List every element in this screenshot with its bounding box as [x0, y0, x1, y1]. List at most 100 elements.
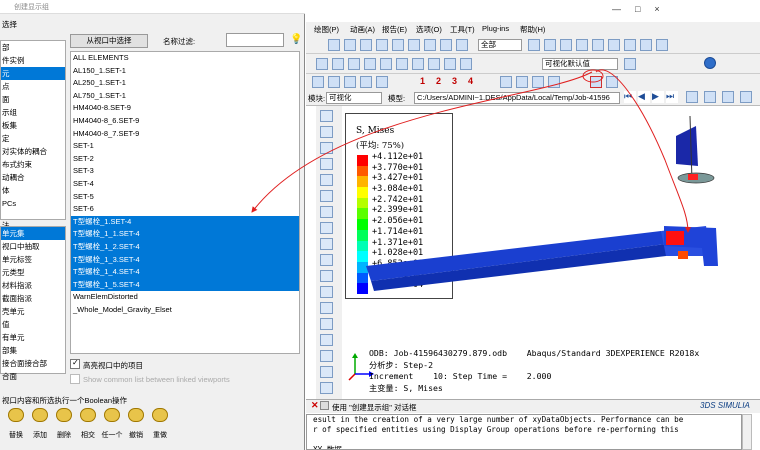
- symbol-options-icon[interactable]: [360, 76, 372, 88]
- color-code-3-button[interactable]: 3: [452, 76, 457, 86]
- create-display-group-icon[interactable]: [590, 76, 602, 88]
- select-from-viewport-button[interactable]: 从视口中选择: [70, 34, 148, 48]
- set-list-item[interactable]: _Whole_Model_Gravity_Elset: [71, 304, 299, 317]
- menu-item[interactable]: 动画(A): [350, 24, 375, 35]
- annotation-icon[interactable]: [460, 58, 472, 70]
- info-icon[interactable]: [704, 57, 716, 69]
- field-output-icon[interactable]: [704, 91, 716, 103]
- rotate-icon[interactable]: [344, 39, 356, 51]
- menu-item[interactable]: 选项(O): [416, 24, 442, 35]
- list-item[interactable]: PCs: [1, 197, 65, 210]
- render-wire-icon[interactable]: [332, 58, 344, 70]
- menu-item[interactable]: 绘图(P): [314, 24, 339, 35]
- boolean-either-button[interactable]: 任一个: [100, 408, 124, 440]
- view-bottom-icon[interactable]: [608, 39, 620, 51]
- list-item[interactable]: 部: [1, 41, 65, 54]
- first-frame-icon[interactable]: ⏮: [624, 91, 636, 103]
- lighting-icon[interactable]: [428, 58, 440, 70]
- set-list-item[interactable]: SET-2: [71, 153, 299, 166]
- list-item[interactable]: 合面: [1, 370, 65, 383]
- material-orient-icon[interactable]: [376, 76, 388, 88]
- list-item[interactable]: 接合面接合部: [1, 357, 65, 370]
- set-list-item[interactable]: ALL ELEMENTS: [71, 52, 299, 65]
- set-list-item[interactable]: AL750_1.SET-1: [71, 90, 299, 103]
- show-common-list-checkbox[interactable]: [70, 374, 80, 384]
- next-frame-icon[interactable]: ▶: [652, 91, 664, 103]
- perspective-icon[interactable]: [396, 58, 408, 70]
- list-item[interactable]: 板集: [1, 119, 65, 132]
- color-reset-icon[interactable]: [532, 76, 544, 88]
- menu-item[interactable]: 帮助(H): [520, 24, 545, 35]
- model-select[interactable]: C:/Users/ADMINI~1.DES/AppData/Local/Temp…: [414, 92, 620, 104]
- boolean-undo-button[interactable]: 撤销: [124, 408, 148, 440]
- list-item[interactable]: 壳单元: [1, 305, 65, 318]
- list-item[interactable]: 有单元: [1, 331, 65, 344]
- display-group-combo[interactable]: 全部: [478, 39, 522, 51]
- print-icon[interactable]: [740, 91, 752, 103]
- superimpose-icon[interactable]: [344, 76, 356, 88]
- snapshot-icon[interactable]: [722, 91, 734, 103]
- list-item[interactable]: 材料指派: [1, 279, 65, 292]
- boolean-replace-button[interactable]: 替换: [4, 408, 28, 440]
- hide-icon[interactable]: [440, 39, 452, 51]
- set-list-item[interactable]: T型螺栓_1.SET-4: [71, 215, 299, 229]
- name-filter-input[interactable]: [226, 33, 284, 47]
- set-list-item[interactable]: T型螺栓_1_2.SET-4: [71, 240, 299, 254]
- list-item[interactable]: 布式约束: [1, 158, 65, 171]
- highlight-items-checkbox[interactable]: [70, 358, 80, 369]
- boolean-add-button[interactable]: 添加: [28, 408, 52, 440]
- prompt-back-icon[interactable]: [320, 401, 329, 410]
- method-list[interactable]: 单元集 视口中抽取 单元标签 元类型 材料指派 截面指派 壳单元值有单元 部集 接合面接合部 合面: [0, 226, 66, 381]
- list-item[interactable]: 值: [1, 318, 65, 331]
- set-list-item[interactable]: HM4040-8_6.SET-9: [71, 115, 299, 128]
- list-item[interactable]: 元: [1, 67, 65, 80]
- replace-icon[interactable]: [456, 39, 468, 51]
- query-icon[interactable]: [444, 58, 456, 70]
- render-edge-icon[interactable]: [380, 58, 392, 70]
- list-item[interactable]: 截面指派: [1, 292, 65, 305]
- color-edit-icon[interactable]: [516, 76, 528, 88]
- list-item[interactable]: 面: [1, 93, 65, 106]
- show-all-icon[interactable]: [424, 39, 436, 51]
- set-list-item[interactable]: T型螺栓_1_5.SET-4: [71, 278, 299, 292]
- list-item[interactable]: 对实体的耦合: [1, 145, 65, 158]
- set-list-item[interactable]: T型螺栓_1_4.SET-4: [71, 266, 299, 279]
- view-iso-icon[interactable]: [544, 39, 556, 51]
- set-list-item[interactable]: SET-1: [71, 140, 299, 153]
- render-shaded-icon[interactable]: [364, 58, 376, 70]
- set-list-item[interactable]: T型螺栓_1_3.SET-4: [71, 253, 299, 267]
- window-controls[interactable]: —□×: [612, 4, 674, 14]
- prev-frame-icon[interactable]: ◀: [638, 91, 650, 103]
- list-item[interactable]: 定: [1, 132, 65, 145]
- color-code-2-button[interactable]: 2: [436, 76, 441, 86]
- pan-icon[interactable]: [328, 39, 340, 51]
- contour-options-icon[interactable]: [328, 76, 340, 88]
- list-item[interactable]: 部集: [1, 344, 65, 357]
- translucency-icon[interactable]: [412, 58, 424, 70]
- view-back-icon[interactable]: [576, 39, 588, 51]
- set-list-item[interactable]: AL250_1.SET-1: [71, 77, 299, 90]
- list-item[interactable]: 件实例: [1, 54, 65, 67]
- magnify-icon[interactable]: [360, 39, 372, 51]
- set-list-item[interactable]: AL150_1.SET-1: [71, 65, 299, 78]
- color-code-4-button[interactable]: 4: [468, 76, 473, 86]
- view-right-icon[interactable]: [640, 39, 652, 51]
- list-item[interactable]: 示组: [1, 106, 65, 119]
- module-select[interactable]: 可视化: [326, 92, 382, 104]
- list-item[interactable]: 动耦合: [1, 171, 65, 184]
- set-list-item[interactable]: HM4040-8.SET-9: [71, 102, 299, 115]
- list-item[interactable]: 单元标签: [1, 253, 65, 266]
- common-options-icon[interactable]: [312, 76, 324, 88]
- filter-bulb-icon[interactable]: 💡: [290, 34, 302, 45]
- menu-item[interactable]: 报告(E): [382, 24, 407, 35]
- view-front-icon[interactable]: [560, 39, 572, 51]
- cycle-views-icon[interactable]: [408, 39, 420, 51]
- frame-select-icon[interactable]: [686, 91, 698, 103]
- view-custom-icon[interactable]: [656, 39, 668, 51]
- boolean-intersect-button[interactable]: 相交: [76, 408, 100, 440]
- item-type-list[interactable]: 部件实例元点面示组 板集定对实体的耦合 布式约束 动耦合体 PCs: [0, 40, 66, 220]
- last-frame-icon[interactable]: ⏭: [666, 91, 678, 103]
- list-item[interactable]: 点: [1, 80, 65, 93]
- set-list-item[interactable]: HM4040-8_7.SET-9: [71, 128, 299, 141]
- list-item[interactable]: 体: [1, 184, 65, 197]
